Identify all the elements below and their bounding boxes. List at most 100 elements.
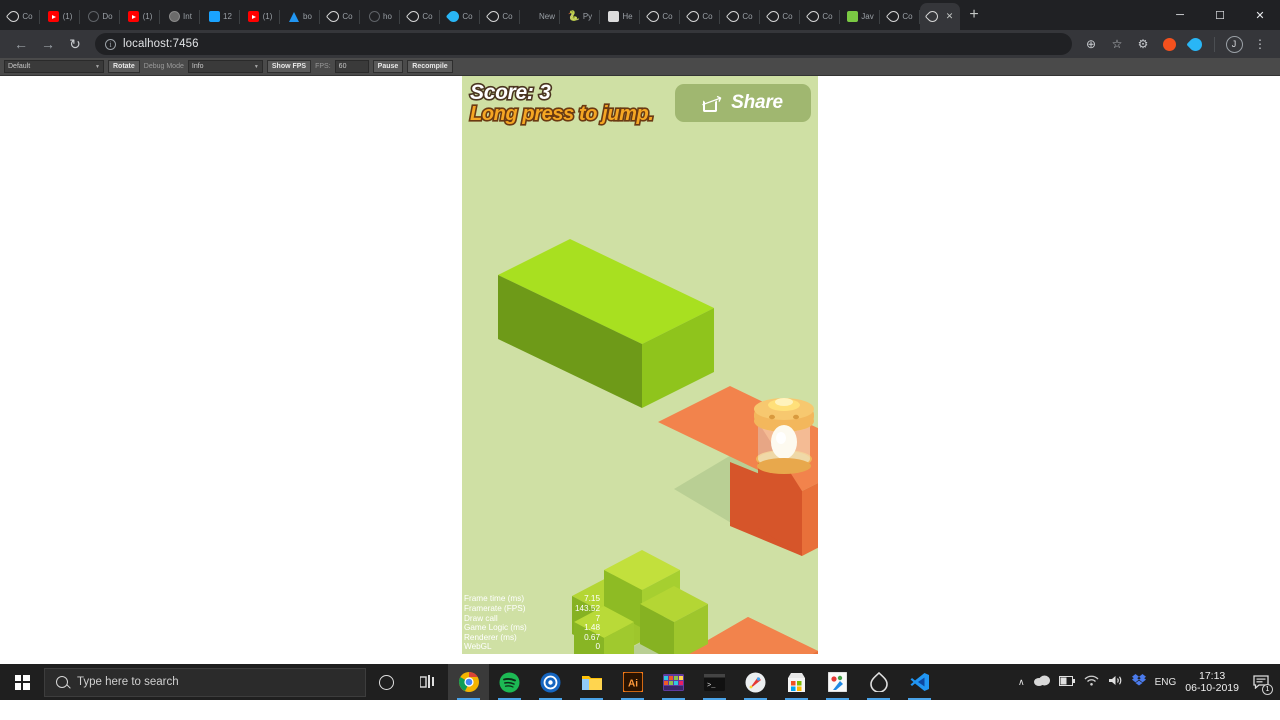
fps-stat-row: Framerate (FPS) 143.52 <box>464 604 600 614</box>
browser-tab-title: Do <box>102 12 113 21</box>
score-label: Score: 3 <box>468 80 552 105</box>
browser-tab-10[interactable]: Co <box>400 3 440 30</box>
fps-stat-label: Frame time (ms) <box>464 594 525 604</box>
battery-icon[interactable] <box>1058 675 1075 689</box>
browser-tab-6[interactable]: (1) <box>240 3 280 30</box>
browser-tab-16[interactable]: Co <box>640 3 680 30</box>
browser-tab-22[interactable]: Co <box>880 3 920 30</box>
tray-chevron-icon[interactable]: ∧ <box>1018 677 1025 688</box>
browser-tab-4[interactable]: Int <box>160 3 200 30</box>
show-fps-button[interactable]: Show FPS <box>266 60 312 73</box>
browser-tab-15[interactable]: He <box>600 3 640 30</box>
browser-tab-title: Py <box>582 12 593 21</box>
cocos-icon <box>885 8 902 25</box>
browser-tab-18[interactable]: Co <box>720 3 760 30</box>
search-placeholder: Type here to search <box>77 676 179 688</box>
browser-tab-17[interactable]: Co <box>680 3 720 30</box>
browser-tab-1[interactable]: (1) <box>40 3 80 30</box>
orange-extension-icon[interactable] <box>1157 32 1181 56</box>
fps-input[interactable]: 60 <box>334 60 369 73</box>
pause-button[interactable]: Pause <box>372 60 404 73</box>
toolbar-icon-group: ⊕ ☆ ⚙ J ⋮ <box>1079 32 1272 56</box>
browser-tab-active[interactable]: ✕ <box>920 3 960 30</box>
taskbar-app-spotify[interactable] <box>489 664 530 700</box>
taskbar-clock[interactable]: 17:13 06-10-2019 <box>1185 670 1239 694</box>
volume-icon[interactable] <box>1108 675 1123 689</box>
taskbar-app-winrar[interactable] <box>653 664 694 700</box>
wifi-icon[interactable] <box>1084 675 1099 689</box>
language-indicator[interactable]: ENG <box>1155 677 1177 688</box>
device-select[interactable]: Default ▼ <box>4 60 104 73</box>
browser-tab-20[interactable]: Co <box>800 3 840 30</box>
maximize-button[interactable]: ☐ <box>1200 0 1240 30</box>
player-character-jar <box>754 398 814 474</box>
zoom-icon[interactable]: ⊕ <box>1079 32 1103 56</box>
browser-tab-11[interactable]: Co <box>440 3 480 30</box>
cocos-icon <box>325 8 342 25</box>
fps-stat-value: 0 <box>595 642 600 652</box>
browser-tab-12[interactable]: Co <box>480 3 520 30</box>
tab-close-icon[interactable]: ✕ <box>946 11 954 22</box>
notification-badge: 1 <box>1262 684 1273 695</box>
browser-tab-3[interactable]: (1) <box>120 3 160 30</box>
browser-tab-2[interactable]: Do <box>80 3 120 30</box>
debug-mode-label: Debug Mode <box>143 63 184 70</box>
taskbar-app-vscode[interactable] <box>899 664 940 700</box>
taskbar-app-file-explorer[interactable] <box>571 664 612 700</box>
chrome-menu-icon[interactable]: ⋮ <box>1248 32 1272 56</box>
toolbar-divider <box>1214 36 1215 52</box>
browser-tab-14[interactable]: 🐍 Py <box>560 3 600 30</box>
taskbar-app-terminal[interactable]: >_ <box>694 664 735 700</box>
chevron-down-icon: ▼ <box>95 63 100 70</box>
share-button[interactable]: ⟶ Share <box>675 84 811 122</box>
browser-tab-5[interactable]: 12 <box>200 3 240 30</box>
extension-gear-icon[interactable]: ⚙ <box>1131 32 1155 56</box>
blue-extension-icon[interactable] <box>1183 32 1207 56</box>
taskbar-app-rocket[interactable] <box>735 664 776 700</box>
javascript-icon <box>846 11 858 23</box>
browser-tab-8[interactable]: Co <box>320 3 360 30</box>
start-button[interactable] <box>0 664 44 700</box>
reload-button[interactable]: ↻ <box>62 32 88 56</box>
browser-tab-0[interactable]: Co <box>0 3 40 30</box>
dropbox-icon[interactable] <box>1131 674 1146 690</box>
cocos-icon <box>725 8 742 25</box>
game-hud: Score: 3 Long press to jump. <box>468 80 655 127</box>
game-canvas[interactable]: Score: 3 Long press to jump. ⟶ Share Fra… <box>462 76 818 654</box>
taskbar-search-box[interactable]: Type here to search <box>44 667 366 697</box>
taskbar-app-cocos[interactable] <box>858 664 899 700</box>
browser-tab-13[interactable]: New T <box>520 3 560 30</box>
browser-tab-21[interactable]: Jav <box>840 3 880 30</box>
notification-center-button[interactable]: 1 <box>1248 664 1274 700</box>
browser-tab-title: Co <box>782 12 793 21</box>
minimize-button[interactable]: ─ <box>1160 0 1200 30</box>
close-window-button[interactable]: ✕ <box>1240 0 1280 30</box>
recompile-button[interactable]: Recompile <box>407 60 453 73</box>
browser-tab-strip: Co (1) Do (1) Int 12 (1) bo Co ho Co Co Co New T 🐍Py He… <box>0 0 1280 30</box>
new-tab-button[interactable]: + <box>960 1 988 29</box>
taskbar-app-store[interactable] <box>776 664 817 700</box>
profile-avatar[interactable]: J <box>1222 32 1246 56</box>
generic-icon <box>368 11 380 23</box>
taskbar-app-paint[interactable] <box>817 664 858 700</box>
bookmark-star-icon[interactable]: ☆ <box>1105 32 1129 56</box>
taskbar-app-chrome[interactable] <box>448 664 489 700</box>
cocos-icon <box>645 8 662 25</box>
forward-button[interactable]: → <box>35 32 61 56</box>
taskbar-app-utility[interactable] <box>530 664 571 700</box>
browser-tab-19[interactable]: Co <box>760 3 800 30</box>
cloud-icon[interactable] <box>1033 675 1050 689</box>
fps-stat-row: Renderer (ms) 0.67 <box>464 633 600 643</box>
taskbar-app-illustrator[interactable]: Ai <box>612 664 653 700</box>
browser-tab-9[interactable]: ho <box>360 3 400 30</box>
site-info-icon[interactable]: i <box>105 38 116 50</box>
browser-tab-7[interactable]: bo <box>280 3 320 30</box>
rotate-button[interactable]: Rotate <box>108 60 140 73</box>
cortana-icon[interactable] <box>366 664 407 700</box>
back-button[interactable]: ← <box>8 32 34 56</box>
browser-tab-title: Co <box>902 12 913 21</box>
address-bar[interactable]: i localhost:7456 <box>95 33 1072 55</box>
debug-mode-select[interactable]: Info ▼ <box>187 60 263 73</box>
task-view-icon[interactable] <box>407 664 448 700</box>
cocos-icon <box>5 8 22 25</box>
